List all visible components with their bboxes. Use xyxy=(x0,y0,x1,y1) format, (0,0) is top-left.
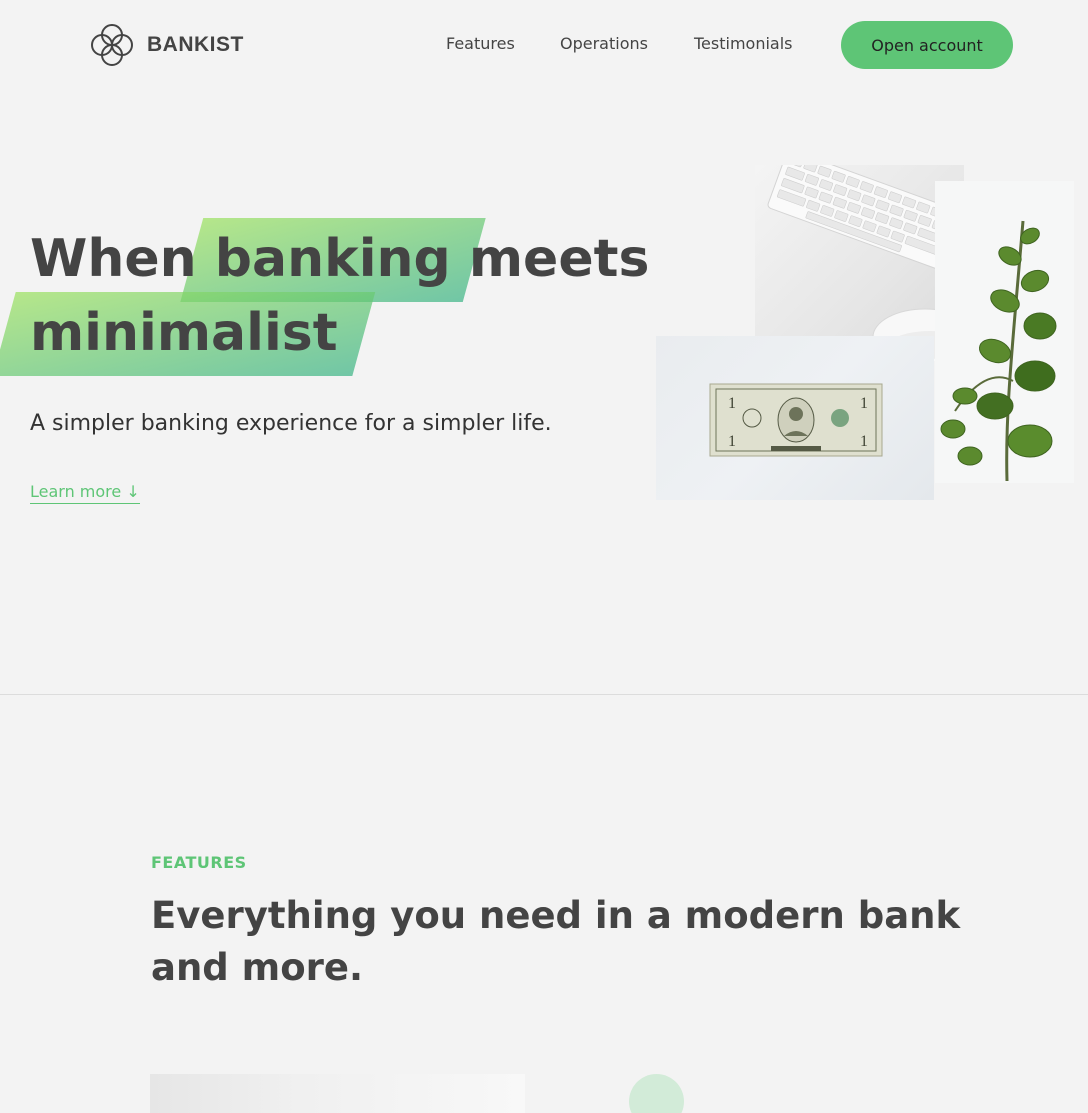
plant-photo xyxy=(935,181,1074,483)
hero-subtitle: A simpler banking experience for a simpl… xyxy=(30,411,552,436)
features-section-label: FEATURES xyxy=(151,853,247,872)
nav-link-testimonials[interactable]: Testimonials xyxy=(694,34,793,53)
section-divider xyxy=(0,694,1088,695)
svg-text:1: 1 xyxy=(728,433,736,450)
nav-link-operations[interactable]: Operations xyxy=(560,34,648,53)
logo[interactable]: BANKIST xyxy=(89,22,244,68)
hero-highlight-banking: banking xyxy=(215,222,451,296)
hero-title: When banking meets minimalist xyxy=(30,222,670,370)
hero-title-word-when: When xyxy=(30,229,197,289)
learn-more-link[interactable]: Learn more ↓ xyxy=(30,482,140,504)
hero-title-word-meets: meets xyxy=(468,229,650,289)
top-navigation: BANKIST Features Operations Testimonials… xyxy=(0,0,1088,90)
hero-illustration: 1 1 1 1 xyxy=(656,165,1074,501)
nav-link-features[interactable]: Features xyxy=(446,34,515,53)
open-account-button[interactable]: Open account xyxy=(841,21,1013,69)
features-section-title: Everything you need in a modern bank and… xyxy=(151,894,961,989)
logo-rings-icon xyxy=(91,24,133,66)
logo-text: BANKIST xyxy=(147,33,244,56)
feature-image xyxy=(150,1074,525,1113)
svg-text:1: 1 xyxy=(860,395,868,412)
svg-text:1: 1 xyxy=(728,395,736,412)
svg-text:1: 1 xyxy=(860,433,868,450)
hero-highlight-minimalist: minimalist xyxy=(30,296,338,370)
feature-icon xyxy=(629,1074,684,1113)
keyboard-mouse-photo xyxy=(755,165,964,361)
dollar-bill-photo: 1 1 1 1 xyxy=(656,336,934,500)
